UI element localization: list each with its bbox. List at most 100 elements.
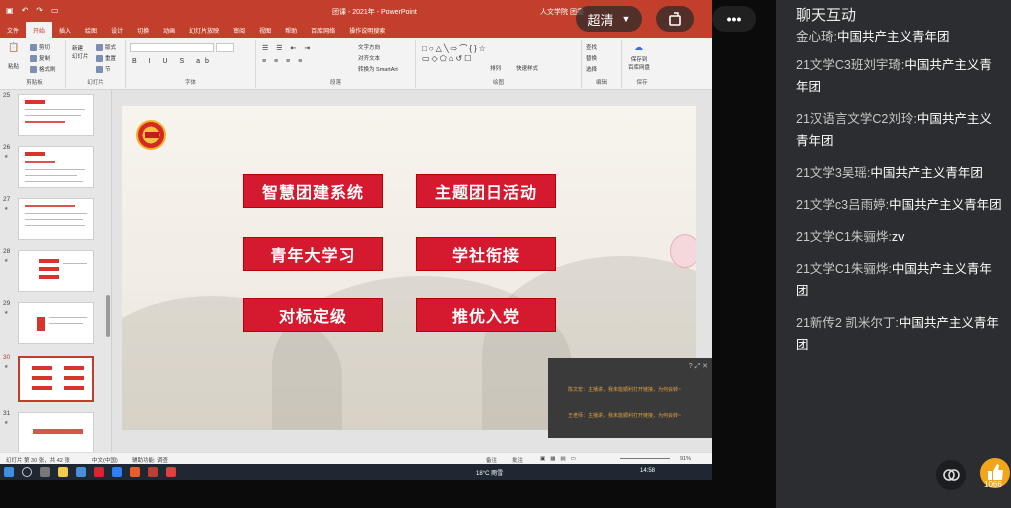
slide-button-youth-study[interactable]: 青年大学习 [243, 237, 383, 271]
weather-widget[interactable]: 18°C 雨雪 [476, 468, 503, 477]
quality-selector[interactable]: 超清 ▼ [576, 6, 642, 32]
thumb-number: 29 [3, 300, 11, 307]
slide-thumbnail[interactable] [18, 412, 94, 452]
like-count: 1066 [984, 480, 1002, 489]
save-to-baiku-button[interactable]: 保存到 百库网盘 [628, 55, 650, 71]
tab-file[interactable]: 文件 [0, 22, 26, 38]
slide-button-rating[interactable]: 对标定级 [243, 298, 383, 332]
cut-button[interactable]: 剪切 [30, 43, 50, 52]
accessibility-status[interactable]: 辅助功能: 调查 [132, 456, 168, 464]
rotate-icon [669, 12, 681, 26]
clipboard-group: 📋 粘贴 剪切 复制 格式刷 剪贴板 [4, 40, 66, 88]
new-slide-button[interactable]: 新建 幻灯片 [72, 44, 89, 60]
save-icon[interactable]: ▣ [6, 6, 14, 15]
more-options-button[interactable]: ••• [712, 6, 756, 32]
tell-me-search[interactable]: 操作说明搜索 [342, 22, 392, 38]
notes-button[interactable]: 备注 [486, 456, 497, 464]
tab-transitions[interactable]: 切换 [130, 22, 156, 38]
section-button[interactable]: 节 [96, 65, 111, 74]
align-buttons[interactable]: ≡ ≡ ≡ ≡ [262, 58, 305, 65]
redo-icon[interactable]: ↷ [36, 6, 43, 15]
shapes-gallery[interactable]: □○△╲⇨⌒{}☆ [422, 43, 488, 54]
slide-thumbnail[interactable] [18, 250, 94, 292]
present-icon[interactable]: ▭ [51, 6, 59, 15]
undo-icon[interactable]: ↶ [22, 6, 29, 15]
tab-insert[interactable]: 插入 [52, 22, 78, 38]
task-view-icon[interactable] [40, 467, 50, 477]
arrange-button[interactable]: 排列 [490, 64, 501, 72]
slide-thumbnail[interactable] [18, 198, 94, 240]
tab-slideshow[interactable]: 幻灯片放映 [182, 22, 226, 38]
file-explorer-icon[interactable] [58, 467, 68, 477]
tab-baiku[interactable]: 百库网络 [304, 22, 342, 38]
popup-comment: 王老师：主播讲，我未能顺利打开链接，为何会转~ [568, 413, 681, 419]
slide-button-recommend[interactable]: 推优入党 [416, 298, 556, 332]
shapes-gallery-row2[interactable]: ▭◇⬠⌂↺☐ [422, 54, 473, 63]
slide-button-transition[interactable]: 学社衔接 [416, 237, 556, 271]
video-stage: ▣ ↶ ↷ ▭ 团课 - 2021年 - PowerPoint 人文学院 团委 … [0, 0, 776, 508]
zoom-slider[interactable] [620, 458, 670, 459]
shared-screen: ▣ ↶ ↷ ▭ 团课 - 2021年 - PowerPoint 人文学院 团委 … [0, 0, 712, 480]
copy-button[interactable]: 复制 [30, 54, 50, 63]
mascot-sticker-icon [670, 234, 696, 268]
edge-icon[interactable] [76, 467, 86, 477]
slides-group: 新建 幻灯片 版式 重置 节 幻灯片 [66, 40, 126, 88]
find-button[interactable]: 查找 [586, 43, 597, 51]
tab-help[interactable]: 帮助 [278, 22, 304, 38]
app-icon[interactable] [130, 467, 140, 477]
animation-star-icon: ★ [4, 420, 9, 426]
windows-start-icon[interactable] [4, 467, 14, 477]
font-style-buttons[interactable]: B I U S ab [132, 58, 214, 65]
reset-button[interactable]: 重置 [96, 54, 116, 63]
font-size-field[interactable] [216, 43, 234, 52]
app-icon[interactable] [166, 467, 176, 477]
thumb-number: 26 [3, 144, 11, 151]
text-direction-button[interactable]: 文字方向 [358, 43, 380, 51]
ribbon-home: 📋 粘贴 剪切 复制 格式刷 剪贴板 新建 幻灯片 版式 重置 节 幻灯片 B … [0, 38, 712, 90]
tab-design[interactable]: 设计 [104, 22, 130, 38]
slide-thumbnail[interactable] [18, 146, 94, 188]
slide-button-theme-day[interactable]: 主题团日活动 [416, 174, 556, 208]
list-buttons[interactable]: ☰ ☰ ⇤ ⇥ [262, 44, 313, 52]
clipboard-group-label: 剪贴板 [26, 80, 43, 86]
popup-controls-icon[interactable]: ? ⤢ ✕ [689, 362, 708, 371]
chat-messages[interactable]: 金心琦:中国共产主义青年团 21文学C3班刘宇琦:中国共产主义青年团 21汉语言… [796, 30, 1004, 366]
font-name-field[interactable] [130, 43, 214, 52]
view-buttons[interactable]: ▣▦▤▭ [540, 456, 581, 462]
powerpoint-icon[interactable] [148, 467, 158, 477]
slide-thumbnail[interactable] [18, 94, 94, 136]
app-icon[interactable] [94, 467, 104, 477]
quick-access-toolbar: ▣ ↶ ↷ ▭ [6, 6, 59, 15]
paste-icon[interactable]: 📋 [8, 42, 19, 53]
select-button[interactable]: 选择 [586, 65, 597, 73]
slide-thumbnail-selected[interactable] [18, 356, 94, 402]
tab-animations[interactable]: 动画 [156, 22, 182, 38]
taskbar-clock[interactable]: 14:58 [640, 468, 655, 474]
tab-home[interactable]: 开始 [26, 22, 53, 38]
slide-button-smart-league[interactable]: 智慧团建系统 [243, 174, 383, 208]
layout-button[interactable]: 版式 [96, 43, 116, 52]
quick-styles-button[interactable]: 快速样式 [516, 64, 538, 72]
search-icon[interactable] [22, 467, 32, 477]
slide-thumbnail[interactable] [18, 302, 94, 344]
thumbnail-scrollbar[interactable] [106, 295, 110, 337]
paragraph-group-label: 段落 [329, 80, 341, 86]
tab-view[interactable]: 视图 [252, 22, 278, 38]
slides-group-label: 幻灯片 [87, 80, 104, 86]
cloud-save-icon[interactable]: ☁ [634, 42, 643, 53]
font-group-label: 字体 [184, 80, 196, 86]
rotate-screen-button[interactable] [656, 6, 694, 32]
zoom-level[interactable]: 91% [680, 456, 691, 462]
chat-bubble-button[interactable] [936, 460, 966, 490]
paste-button[interactable]: 粘贴 [8, 62, 19, 70]
replace-button[interactable]: 替换 [586, 54, 597, 62]
browser-icon[interactable] [112, 467, 122, 477]
comments-button[interactable]: 批注 [512, 456, 523, 464]
align-text-button[interactable]: 对齐文本 [358, 54, 380, 62]
thumb-number: 30 [3, 354, 11, 361]
popup-comment: 陈文宏：主播讲，我未能顺利打开链接，为何会转~ [568, 387, 681, 393]
smartart-button[interactable]: 转换为 SmartArt [358, 65, 398, 73]
tab-review[interactable]: 审阅 [226, 22, 252, 38]
format-painter-button[interactable]: 格式刷 [30, 65, 56, 74]
tab-draw[interactable]: 绘图 [78, 22, 104, 38]
